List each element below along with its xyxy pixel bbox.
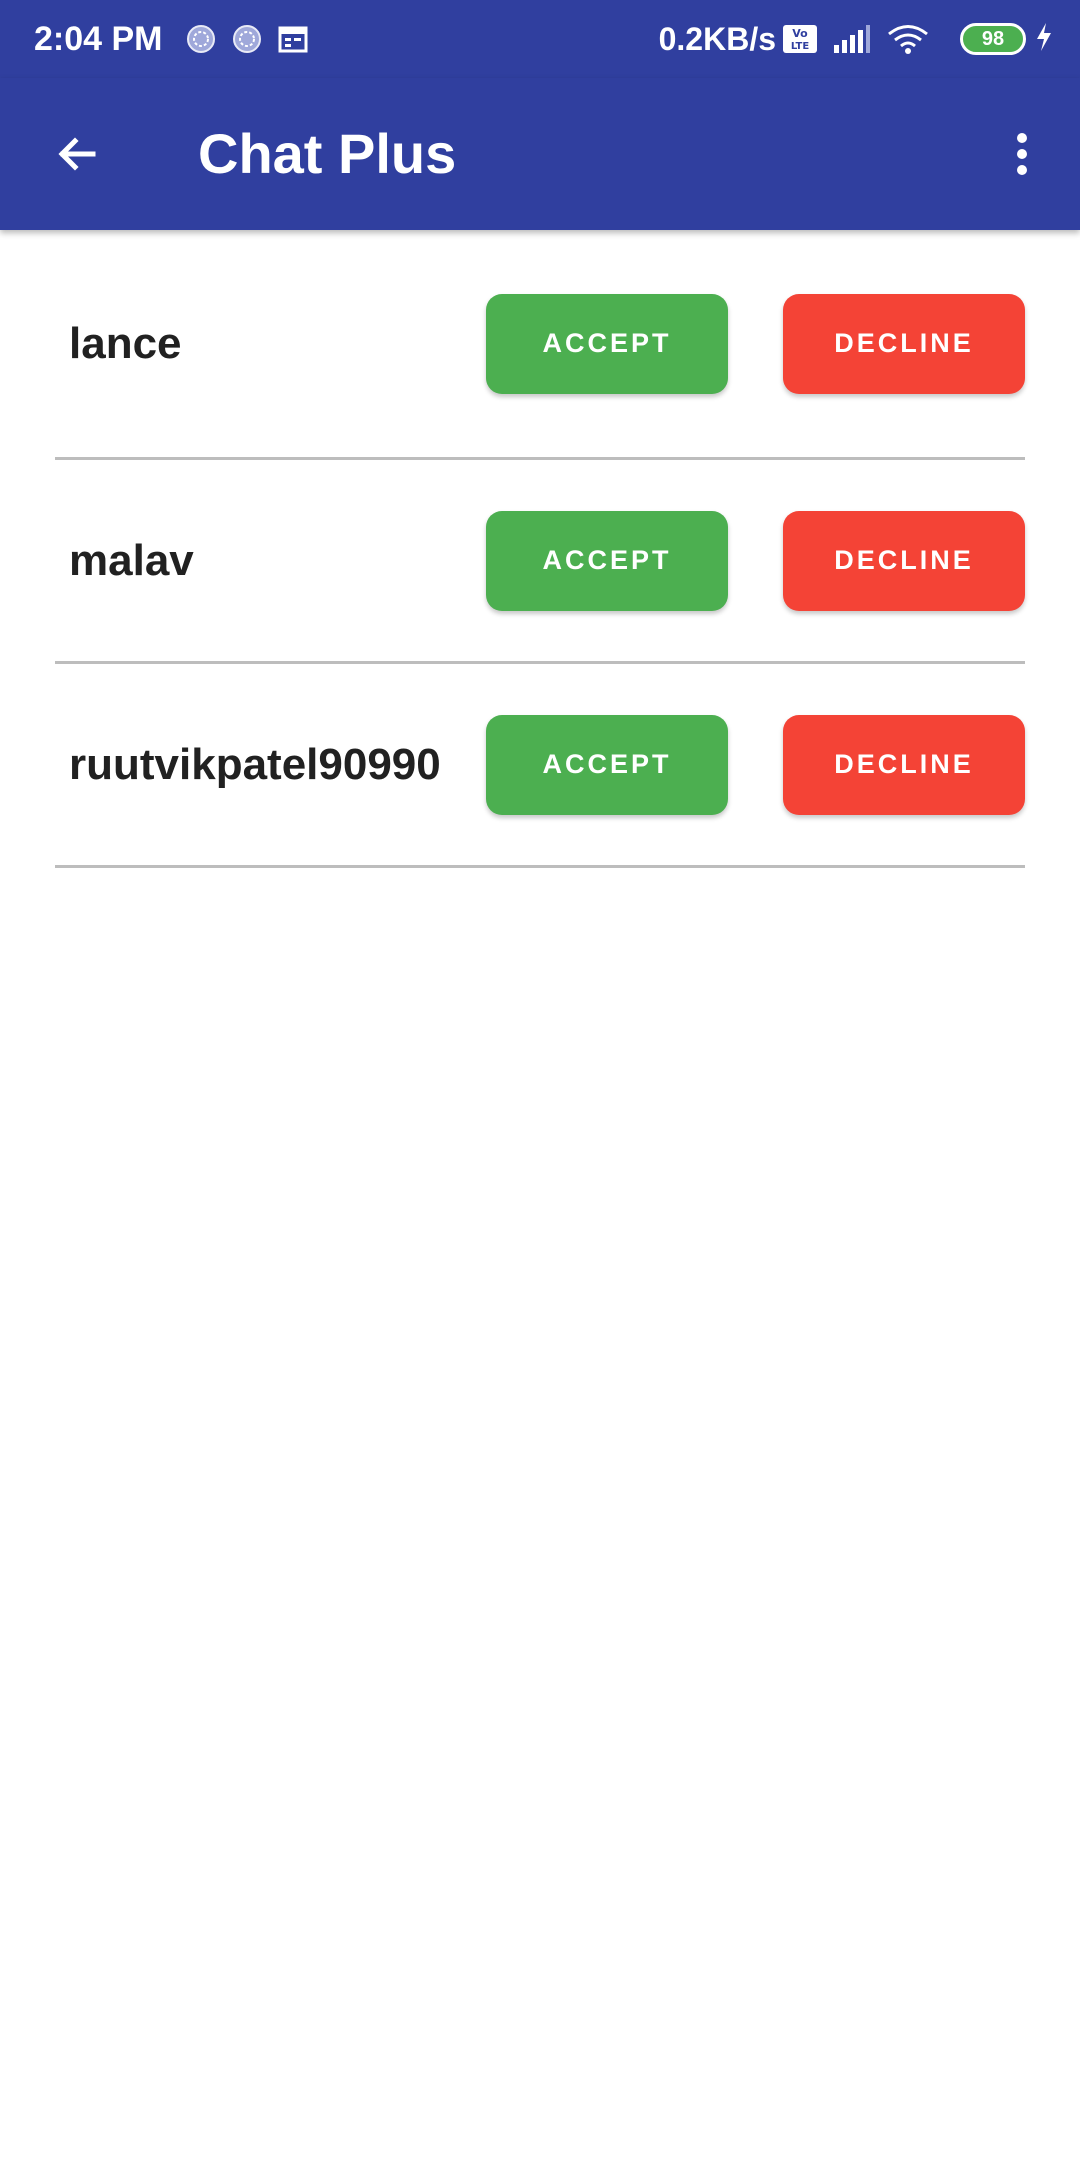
list-item: lance ACCEPT DECLINE: [55, 230, 1025, 460]
accept-button[interactable]: ACCEPT: [486, 293, 728, 394]
status-bar: 2:04 PM 0.2KB/s Vo LTE 98: [0, 0, 1080, 78]
status-time: 2:04 PM: [34, 19, 163, 58]
request-username: lance: [69, 318, 182, 368]
calendar-icon: [277, 23, 309, 55]
status-bar-left: 2:04 PM: [34, 20, 323, 59]
request-username: malav: [69, 535, 194, 585]
charging-icon: [1034, 21, 1054, 58]
signal-icon: [832, 23, 872, 55]
decline-button[interactable]: DECLINE: [783, 510, 1025, 611]
sync-circle-icon: [231, 23, 263, 55]
wifi-icon: [886, 23, 930, 55]
friend-request-list: lance ACCEPT DECLINE malav ACCEPT DECLIN…: [0, 230, 1080, 868]
svg-text:Vo: Vo: [792, 27, 808, 40]
page-title: Chat Plus: [198, 122, 457, 185]
app-bar: Chat Plus: [0, 78, 1080, 230]
more-vertical-icon: [1017, 133, 1027, 175]
decline-button[interactable]: DECLINE: [783, 293, 1025, 394]
volte-icon: Vo LTE: [782, 23, 818, 55]
request-username: ruutvikpatel90990: [69, 739, 441, 789]
more-options-button[interactable]: [994, 114, 1050, 194]
back-button[interactable]: [40, 114, 114, 194]
status-bar-right: 0.2KB/s Vo LTE 98: [659, 21, 1054, 58]
accept-button[interactable]: ACCEPT: [486, 714, 728, 815]
sync-circle-icon: [185, 23, 217, 55]
svg-text:LTE: LTE: [791, 41, 810, 52]
decline-button[interactable]: DECLINE: [783, 714, 1025, 815]
list-item: ruutvikpatel90990 ACCEPT DECLINE: [55, 664, 1025, 868]
accept-button[interactable]: ACCEPT: [486, 510, 728, 611]
arrow-left-icon: [58, 137, 96, 171]
list-item: malav ACCEPT DECLINE: [55, 460, 1025, 664]
battery-icon: 98: [960, 23, 1026, 55]
network-speed: 0.2KB/s: [658, 20, 776, 57]
